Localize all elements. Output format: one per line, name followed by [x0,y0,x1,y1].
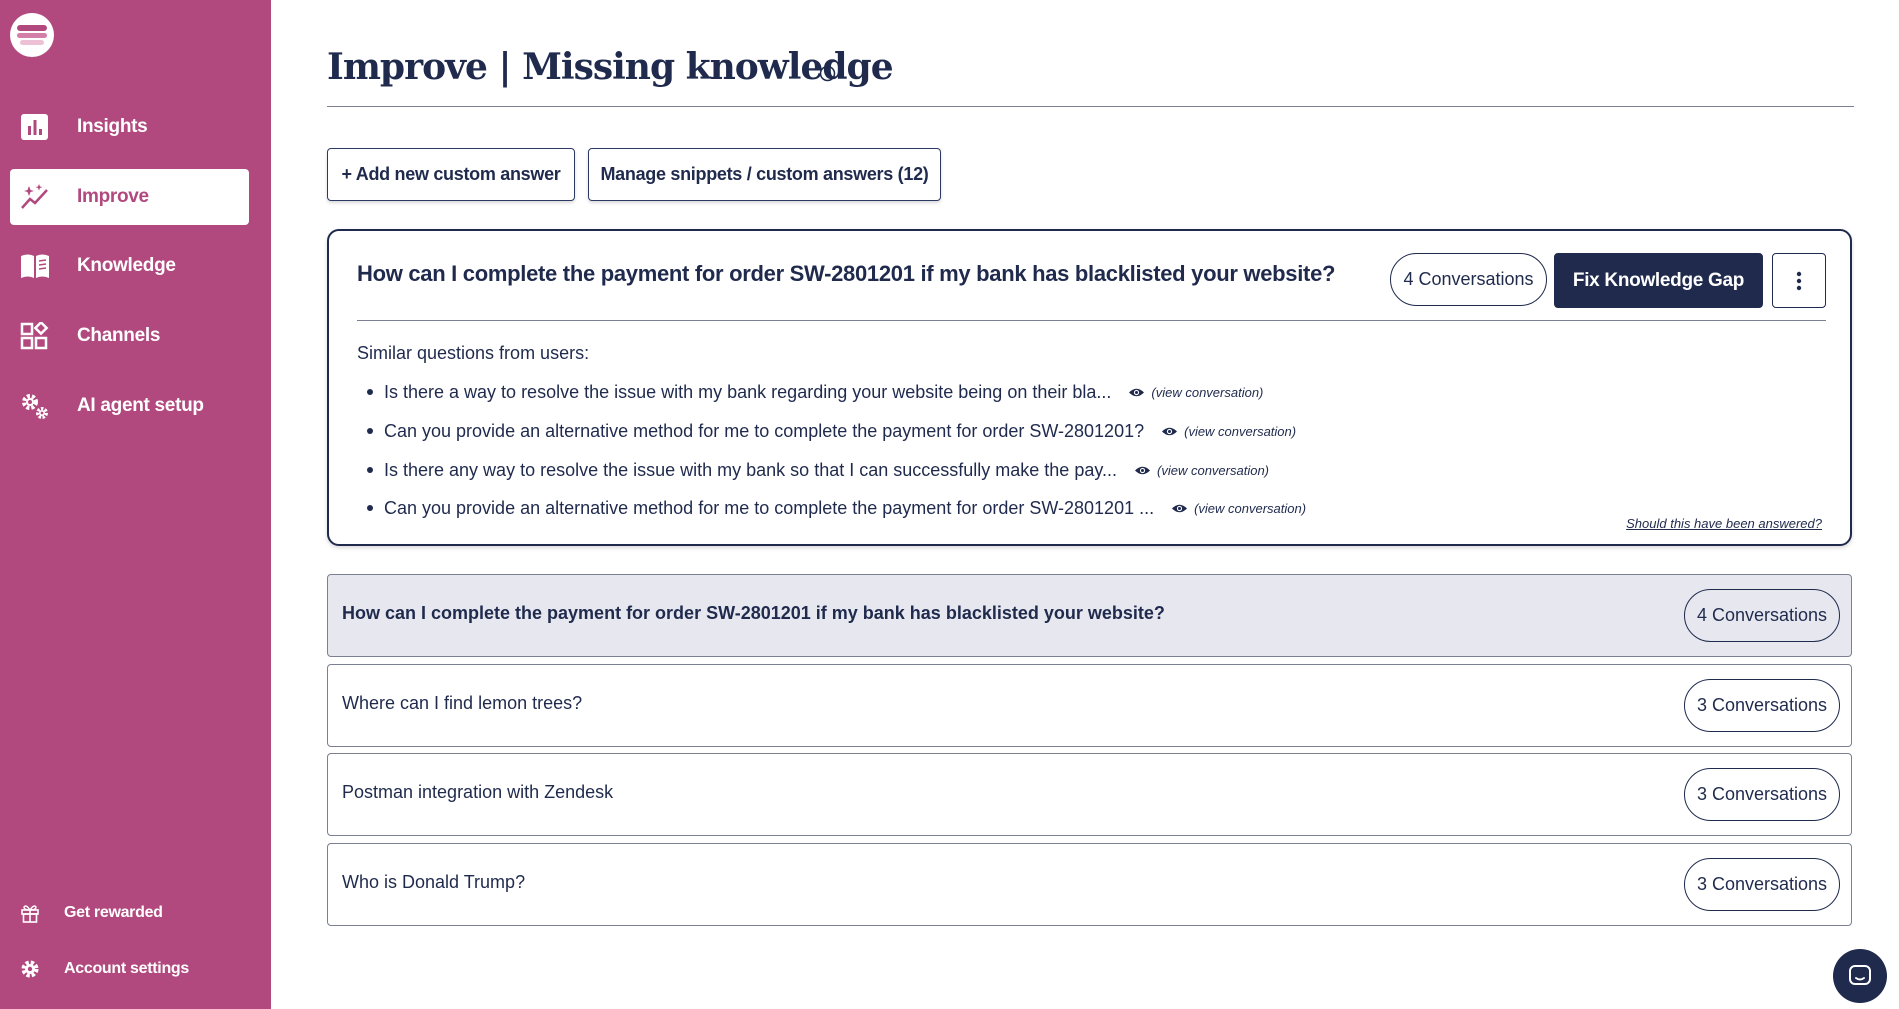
view-conversation-label: (view conversation) [1194,500,1307,516]
gift-icon [21,905,39,923]
view-conversation-link[interactable]: (view conversation) [1128,385,1263,400]
question-text: Where can I find lemon trees? [342,693,583,713]
similar-question-text: Is there any way to resolve the issue wi… [384,459,1118,480]
question-row[interactable]: Postman integration with Zendesk 3 Conve… [327,753,1852,836]
conversations-count-pill[interactable]: 3 Conversations [1684,768,1840,821]
bar-chart-icon [21,114,48,140]
sidebar-item-label: AI agent setup [77,395,204,416]
page-title: Improve | Missing knowledge [327,46,894,88]
grid-plus-icon [20,322,49,350]
bottom-item-label: Get rewarded [64,904,163,921]
similar-question-item: Can you provide an alternative method fo… [367,496,1306,520]
sidebar-item-label: Knowledge [77,255,176,276]
sidebar: Insights Improve Knowledge Channels AI a… [0,0,271,1009]
should-have-answered-link[interactable]: Should this have been answered? [1626,516,1822,531]
app-logo[interactable] [10,13,54,57]
sidebar-item-ai-agent-setup[interactable]: AI agent setup [10,378,249,434]
add-custom-answer-button[interactable]: + Add new custom answer [327,148,575,201]
similar-question-item: Can you provide an alternative method fo… [367,419,1296,443]
view-conversation-link[interactable]: (view conversation) [1161,424,1296,439]
expanded-question-card: How can I complete the payment for order… [327,229,1852,546]
sparkle-trend-icon [21,184,48,209]
conversations-count-pill[interactable]: 3 Conversations [1684,679,1840,732]
gears-icon [22,394,48,419]
conversations-count-pill[interactable]: 3 Conversations [1684,858,1840,911]
question-text: Who is Donald Trump? [342,872,526,892]
sidebar-item-label: Improve [77,186,149,207]
chat-launcher-button[interactable] [1833,949,1887,1003]
similar-question-text: Is there a way to resolve the issue with… [384,381,1112,402]
svg-text:?: ? [824,70,830,81]
get-rewarded-link[interactable]: Get rewarded [10,893,249,933]
similar-question-text: Can you provide an alternative method fo… [384,497,1155,518]
view-conversation-label: (view conversation) [1184,423,1297,439]
question-row[interactable]: How can I complete the payment for order… [327,574,1852,657]
eye-icon [1162,427,1178,435]
bullet [367,467,373,473]
sidebar-item-knowledge[interactable]: Knowledge [10,238,249,294]
question-row[interactable]: Who is Donald Trump? 3 Conversations [327,843,1852,926]
eye-icon [1135,466,1151,474]
similar-question-text: Can you provide an alternative method fo… [384,420,1145,441]
manage-snippets-button[interactable]: Manage snippets / custom answers (12) [588,148,941,201]
eye-icon [1172,504,1188,512]
similar-question-item: Is there a way to resolve the issue with… [367,380,1263,404]
help-icon[interactable]: ? [819,65,836,82]
more-options-button[interactable] [1772,253,1826,308]
sidebar-item-label: Insights [77,116,148,137]
bullet [367,389,373,395]
bullet [367,428,373,434]
similar-question-item: Is there any way to resolve the issue wi… [367,458,1269,482]
kebab-menu-icon [1796,271,1802,290]
question-row[interactable]: Where can I find lemon trees? 3 Conversa… [327,664,1852,747]
question-text: How can I complete the payment for order… [342,603,1165,623]
view-conversation-label: (view conversation) [1151,384,1264,400]
view-conversation-link[interactable]: (view conversation) [1171,501,1306,516]
view-conversation-link[interactable]: (view conversation) [1134,463,1269,478]
sidebar-item-improve[interactable]: Improve [10,169,249,225]
sidebar-item-channels[interactable]: Channels [10,308,249,364]
fix-knowledge-gap-button[interactable]: Fix Knowledge Gap [1554,253,1763,308]
conversations-count-pill[interactable]: 4 Conversations [1390,253,1547,306]
account-settings-link[interactable]: Account settings [10,949,249,989]
conversations-count-pill[interactable]: 4 Conversations [1684,589,1840,642]
question-text: Postman integration with Zendesk [342,782,614,802]
bullet [367,505,373,511]
card-question-title: How can I complete the payment for order… [357,261,1336,286]
similar-questions-label: Similar questions from users: [357,343,590,363]
gear-icon [21,960,39,978]
card-divider [357,320,1826,321]
bottom-item-label: Account settings [64,960,189,977]
sidebar-item-label: Channels [77,325,161,346]
view-conversation-label: (view conversation) [1157,462,1270,478]
chat-icon [1849,965,1871,985]
book-icon [21,254,49,278]
eye-icon [1129,388,1145,396]
title-divider [327,106,1854,107]
sidebar-item-insights[interactable]: Insights [10,99,249,155]
